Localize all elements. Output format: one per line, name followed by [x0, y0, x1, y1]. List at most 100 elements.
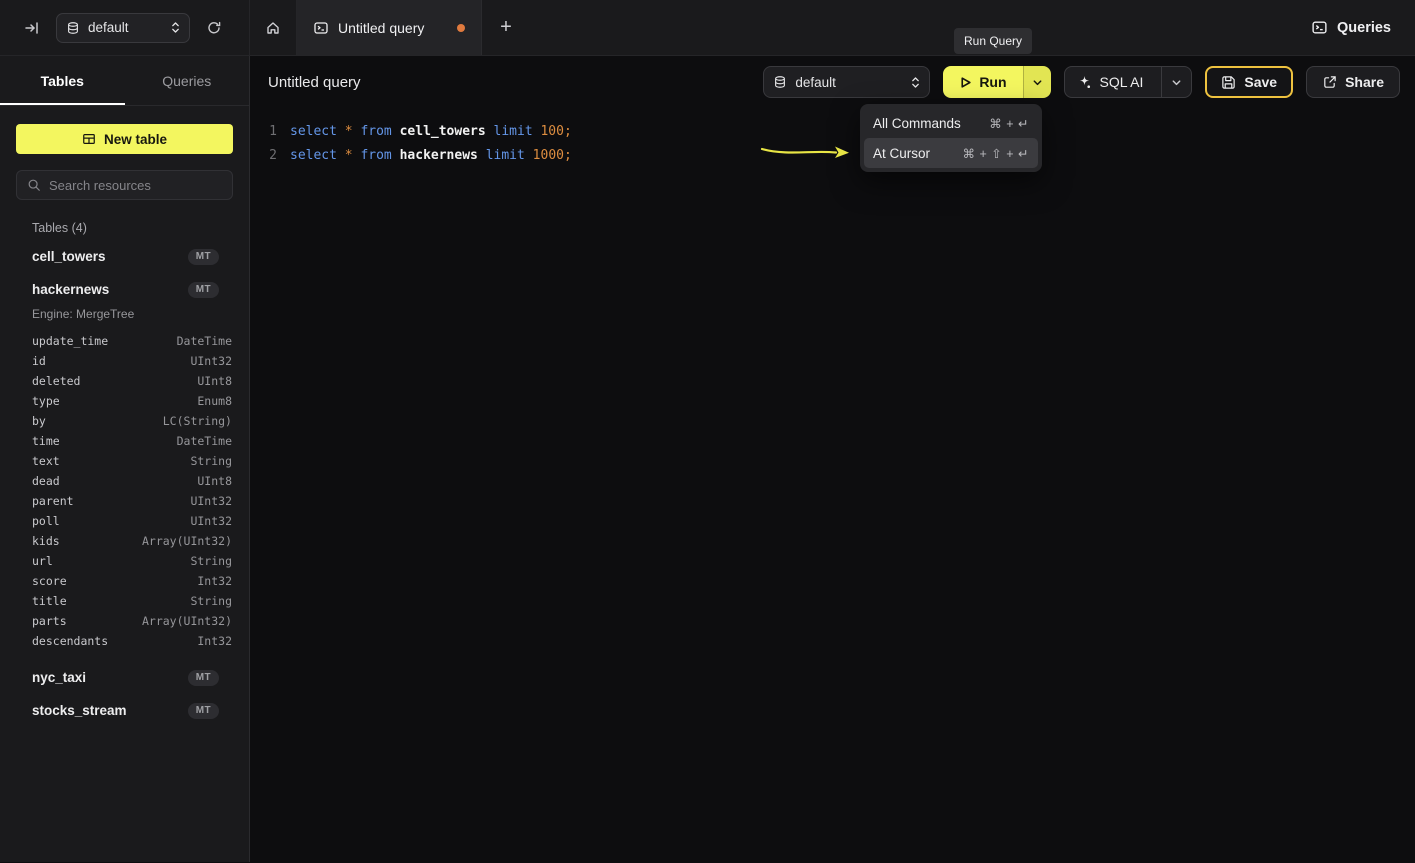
- column-name: descendants: [32, 634, 108, 648]
- column-name: by: [32, 414, 46, 428]
- column-type: UInt8: [197, 374, 232, 388]
- column-type: String: [190, 594, 232, 608]
- database-icon: [66, 21, 80, 35]
- save-button-label: Save: [1244, 74, 1277, 90]
- run-menu-item-at-cursor[interactable]: At Cursor ⌘ + ⇧ + ↵: [864, 138, 1038, 168]
- refresh-icon: [206, 20, 222, 36]
- engine-badge: MT: [188, 282, 219, 298]
- database-selector-value: default: [88, 20, 163, 35]
- sql-ai-main: SQL AI: [1065, 67, 1154, 97]
- column-type: String: [190, 554, 232, 568]
- table-item-hackernews[interactable]: hackernewsMT: [0, 273, 249, 306]
- column-name: deleted: [32, 374, 80, 388]
- home-icon: [265, 20, 281, 36]
- queries-button-label: Queries: [1337, 20, 1391, 36]
- column-name: poll: [32, 514, 60, 528]
- new-tab-button[interactable]: +: [482, 0, 530, 55]
- column-row-deleted: deleted UInt8: [32, 371, 232, 391]
- chevron-down-icon: [1171, 77, 1182, 88]
- column-row-dead: deadUInt8: [32, 471, 232, 491]
- column-type: DateTime: [177, 434, 232, 448]
- run-button[interactable]: Run: [943, 66, 1022, 98]
- engine-badge: MT: [188, 670, 219, 686]
- save-button[interactable]: Save: [1205, 66, 1293, 98]
- run-button-label: Run: [979, 74, 1006, 90]
- column-type: UInt8: [197, 474, 232, 488]
- search-box: [16, 170, 233, 200]
- sql-ai-label: SQL AI: [1100, 74, 1144, 90]
- home-tab-button[interactable]: [250, 0, 297, 55]
- sql-ai-button[interactable]: SQL AI: [1064, 66, 1193, 98]
- column-name: text: [32, 454, 60, 468]
- search-input[interactable]: [49, 178, 225, 193]
- queries-button[interactable]: Queries: [1311, 19, 1391, 36]
- column-name: parent: [32, 494, 74, 508]
- columns-list: update_timeDateTimeidUInt32deletedUInt8t…: [0, 327, 249, 661]
- column-type: String: [190, 454, 232, 468]
- table-item-cell_towers[interactable]: cell_towersMT: [0, 240, 249, 273]
- column-row-parent: parent UInt32: [32, 491, 232, 511]
- updown-chevrons-icon: [911, 76, 920, 89]
- column-type: UInt32: [190, 494, 232, 508]
- new-table-button[interactable]: New table: [16, 124, 233, 154]
- run-menu-item-all-commands[interactable]: All Commands⌘ + ↵: [864, 108, 1038, 138]
- refresh-button[interactable]: [202, 16, 226, 40]
- unsaved-indicator: [457, 24, 465, 32]
- share-button-label: Share: [1345, 74, 1384, 90]
- column-row-descendants: descendantsInt32: [32, 631, 232, 651]
- plus-icon: +: [500, 16, 512, 38]
- column-row-url: url String: [32, 551, 232, 571]
- table-name: stocks_stream: [32, 703, 127, 718]
- tab-untitled-query[interactable]: Untitled query: [297, 0, 482, 55]
- database-selector-editor[interactable]: default: [763, 66, 930, 98]
- collapse-sidebar-button[interactable]: [20, 16, 44, 40]
- column-row-poll: poll UInt32: [32, 511, 232, 531]
- database-selector-topbar[interactable]: default: [56, 13, 190, 43]
- column-name: parts: [32, 614, 67, 628]
- menu-item-label: All Commands: [873, 116, 961, 131]
- sidebar-tab-tables[interactable]: Tables: [0, 56, 125, 105]
- column-type: DateTime: [177, 334, 232, 348]
- editor-header: Untitled query default: [250, 56, 1415, 108]
- annotation-arrow: [760, 141, 852, 165]
- column-row-time: timeDateTime: [32, 431, 232, 451]
- engine-label: Engine: MergeTree: [0, 306, 249, 327]
- column-type: Int32: [197, 574, 232, 588]
- run-query-tooltip: Run Query: [954, 28, 1032, 54]
- topbar: default: [0, 0, 1415, 56]
- play-icon: [959, 76, 972, 89]
- tab-label: Untitled query: [338, 20, 424, 36]
- column-row-by: byLC(String): [32, 411, 232, 431]
- database-selector-value: default: [795, 75, 903, 90]
- console-tab-icon: [313, 20, 329, 36]
- column-row-id: idUInt32: [32, 351, 232, 371]
- chevron-down-icon: [1032, 77, 1043, 88]
- column-row-kids: kidsArray(UInt32): [32, 531, 232, 551]
- search-icon: [27, 178, 41, 192]
- column-name: url: [32, 554, 53, 568]
- menu-item-label: At Cursor: [873, 146, 930, 161]
- line-number: 1: [250, 120, 277, 144]
- run-split-button: Run: [943, 66, 1050, 98]
- table-name: cell_towers: [32, 249, 106, 264]
- sql-ai-options[interactable]: [1161, 67, 1191, 97]
- run-menu: All Commands⌘ + ↵ At Cursor ⌘ + ⇧ + ↵: [860, 104, 1042, 172]
- table-item-stocks_stream[interactable]: stocks_streamMT: [0, 694, 249, 727]
- column-name: type: [32, 394, 60, 408]
- collapse-sidebar-icon: [24, 20, 40, 36]
- run-options-button[interactable]: [1023, 66, 1051, 98]
- table-item-nyc_taxi[interactable]: nyc_taxiMT: [0, 661, 249, 694]
- column-type: UInt32: [190, 514, 232, 528]
- sparkle-icon: [1077, 75, 1092, 90]
- topbar-right: Queries: [1311, 0, 1415, 55]
- tabstrip: Untitled query +: [250, 0, 530, 55]
- share-button[interactable]: Share: [1306, 66, 1400, 98]
- sidebar-tab-queries[interactable]: Queries: [125, 56, 250, 105]
- new-table-label: New table: [104, 132, 167, 147]
- column-type: Array(UInt32): [142, 534, 232, 548]
- page-title: Untitled query: [268, 74, 361, 91]
- queries-icon: [1311, 19, 1328, 36]
- column-row-parts: partsArray(UInt32): [32, 611, 232, 631]
- column-row-score: scoreInt32: [32, 571, 232, 591]
- menu-item-shortcut: ⌘ + ⇧ + ↵: [963, 146, 1029, 161]
